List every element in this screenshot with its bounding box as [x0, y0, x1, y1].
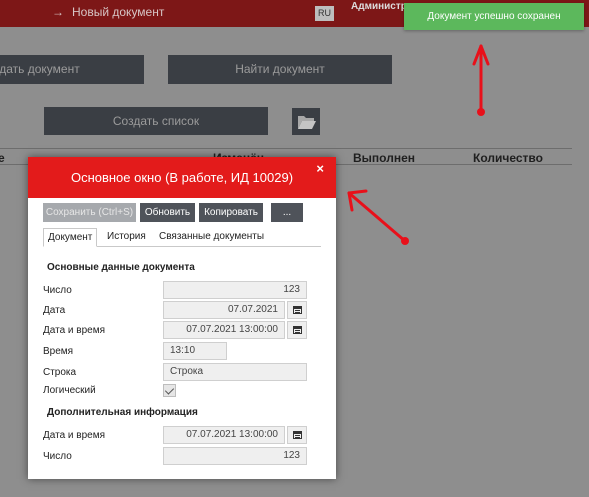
logical-checkbox[interactable] [163, 384, 176, 397]
annotation-dot [401, 237, 409, 245]
success-toast[interactable]: Документ успешно сохранен [404, 3, 584, 30]
extra-number-field[interactable]: 123 [163, 447, 307, 465]
main-section-title: Основные данные документа [47, 262, 195, 273]
breadcrumb[interactable]: → Новый документ [52, 5, 164, 19]
extra-datetime-label: Дата и время [43, 430, 106, 441]
date-field[interactable]: 07.07.2021 [163, 301, 285, 319]
string-label: Строка [43, 367, 77, 378]
calendar-icon [293, 306, 302, 314]
folder-open-icon [298, 116, 316, 129]
date-calendar-button[interactable] [287, 301, 307, 319]
number-field[interactable]: 123 [163, 281, 307, 299]
language-switch[interactable]: RU [315, 6, 334, 21]
column-header[interactable]: е [0, 151, 5, 165]
create-list-button[interactable]: Создать список [44, 107, 268, 135]
extra-section-title: Дополнительная информация [47, 407, 198, 418]
tab-related-documents[interactable]: Связанные документы [155, 228, 268, 247]
time-label: Время [43, 346, 74, 357]
datetime-field[interactable]: 07.07.2021 13:00:00 [163, 321, 285, 339]
number-label: Число [43, 285, 72, 296]
breadcrumb-label: Новый документ [72, 5, 165, 19]
tab-history[interactable]: История [103, 228, 150, 247]
more-button[interactable]: ... [271, 203, 303, 222]
string-field[interactable]: Строка [163, 363, 307, 381]
calendar-icon [293, 326, 302, 334]
tab-document[interactable]: Документ [43, 228, 98, 247]
logical-label: Логический [43, 385, 96, 396]
copy-button[interactable]: Копировать [199, 203, 263, 222]
column-header[interactable]: Количество [473, 151, 543, 165]
datetime-label: Дата и время [43, 325, 106, 336]
calendar-icon [293, 431, 302, 439]
find-document-button[interactable]: Найти документ [168, 55, 392, 84]
annotation-arrow-up-icon [472, 44, 490, 114]
tab-bar: Документ История Связанные документы [43, 228, 321, 247]
extra-number-label: Число [43, 451, 72, 462]
dialog-title: Основное окно (В работе, ИД 10029) [70, 170, 294, 185]
annotation-dot [477, 108, 485, 116]
extra-datetime-calendar-button[interactable] [287, 426, 307, 444]
time-field[interactable]: 13:10 [163, 342, 227, 360]
extra-datetime-field[interactable]: 07.07.2021 13:00:00 [163, 426, 285, 444]
document-dialog: Основное окно (В работе, ИД 10029) × Сох… [28, 157, 336, 479]
dialog-header: Основное окно (В работе, ИД 10029) × [28, 157, 336, 198]
column-header[interactable]: Выполнен [353, 151, 415, 165]
refresh-button[interactable]: Обновить [140, 203, 195, 222]
annotation-arrow-left-icon [347, 189, 407, 243]
save-button[interactable]: Сохранить (Ctrl+S) [43, 203, 136, 222]
arrow-right-icon: → [52, 5, 64, 19]
date-label: Дата [43, 305, 66, 316]
folder-open-button[interactable] [292, 108, 320, 135]
datetime-calendar-button[interactable] [287, 321, 307, 339]
create-document-button[interactable]: здать документ [0, 55, 144, 84]
close-icon[interactable]: × [316, 161, 324, 176]
